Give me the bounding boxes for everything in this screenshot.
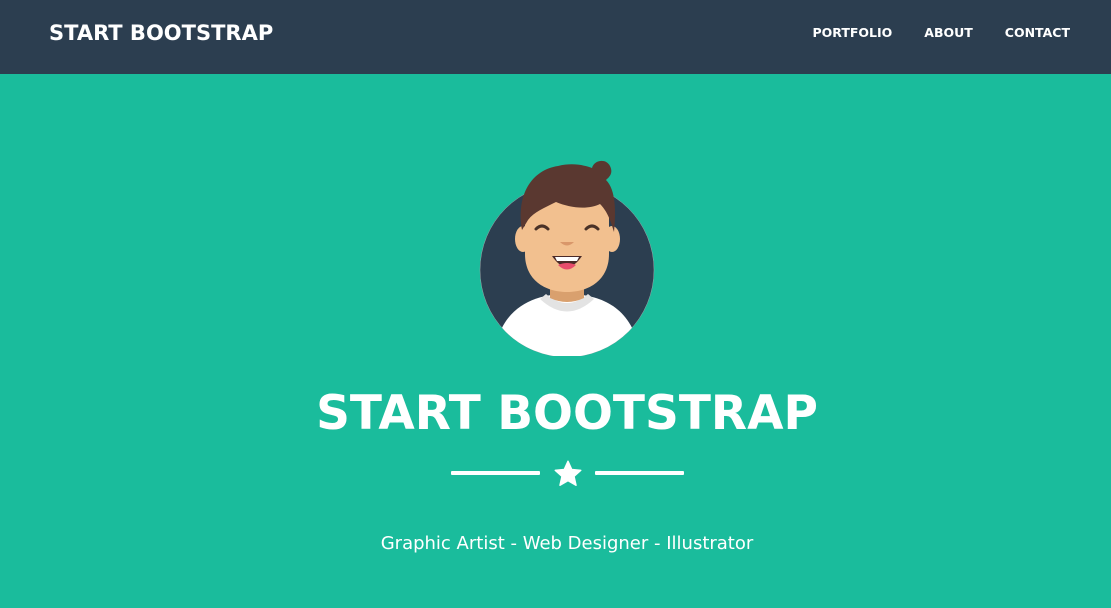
nav-link-about[interactable]: ABOUT xyxy=(924,25,973,41)
divider xyxy=(451,458,684,490)
divider-line-right xyxy=(595,471,684,475)
brand-link[interactable]: START BOOTSTRAP xyxy=(49,21,273,45)
nav-links: PORTFOLIO ABOUT CONTACT xyxy=(780,25,1070,41)
nav-link-portfolio[interactable]: PORTFOLIO xyxy=(812,25,892,41)
masthead-title: START BOOTSTRAP xyxy=(316,386,818,441)
masthead-subtitle: Graphic Artist - Web Designer - Illustra… xyxy=(380,533,754,554)
divider-line-left xyxy=(451,471,540,475)
masthead: START BOOTSTRAP Graphic Artist - Web Des… xyxy=(0,74,1111,608)
nav-link-contact[interactable]: CONTACT xyxy=(1005,25,1070,41)
star-icon xyxy=(554,460,582,486)
navbar: START BOOTSTRAP PORTFOLIO ABOUT CONTACT xyxy=(0,0,1111,74)
avatar-illustration xyxy=(479,160,655,356)
